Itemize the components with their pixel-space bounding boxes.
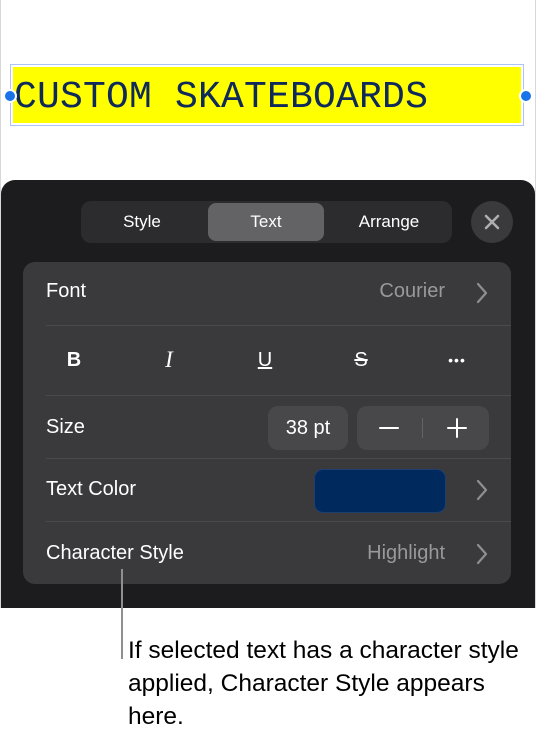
callout-text: If selected text has a character style a…	[128, 637, 519, 730]
font-value: Courier	[379, 280, 445, 302]
character-style-row[interactable]: Character Style Highlight	[23, 522, 511, 584]
character-style-label: Character Style	[46, 542, 184, 564]
tab-text[interactable]: Text	[208, 203, 324, 241]
chevron-right-icon	[476, 479, 488, 501]
underline-button[interactable]: U	[245, 328, 285, 392]
font-row[interactable]: Font Courier	[23, 262, 511, 324]
selection-handle-left[interactable]	[3, 89, 17, 103]
text-options-card: Font Courier B I U S ••• Size 38 pt Text…	[23, 262, 511, 584]
close-button[interactable]	[471, 201, 513, 243]
character-style-value: Highlight	[367, 542, 445, 564]
close-x-icon	[484, 214, 500, 230]
separator	[46, 325, 511, 326]
chevron-right-icon	[476, 282, 488, 304]
font-size-stepper	[357, 406, 489, 450]
tab-arrange[interactable]: Arrange	[329, 201, 449, 243]
chevron-right-icon	[476, 543, 488, 565]
font-label: Font	[46, 280, 87, 302]
plus-icon[interactable]	[447, 418, 467, 438]
selection-handle-right[interactable]	[519, 89, 533, 103]
text-color-label: Text Color	[46, 478, 137, 500]
italic-button[interactable]: I	[149, 328, 189, 392]
bold-button[interactable]: B	[54, 328, 94, 392]
callout-leader-line	[121, 569, 123, 659]
size-label: Size	[46, 416, 85, 438]
format-buttons-row: B I U S •••	[23, 328, 511, 392]
stepper-divider	[422, 418, 423, 438]
selected-title-text[interactable]: CUSTOM SKATEBOARDS	[14, 73, 524, 123]
text-color-swatch[interactable]	[314, 469, 446, 513]
minus-icon[interactable]	[379, 418, 399, 438]
tab-style[interactable]: Style	[81, 201, 203, 243]
font-size-field[interactable]: 38 pt	[268, 406, 348, 450]
strikethrough-button[interactable]: S	[341, 328, 381, 392]
format-tabs: Style Text Arrange	[81, 201, 452, 243]
more-options-button[interactable]: •••	[437, 328, 477, 392]
separator	[46, 395, 511, 396]
